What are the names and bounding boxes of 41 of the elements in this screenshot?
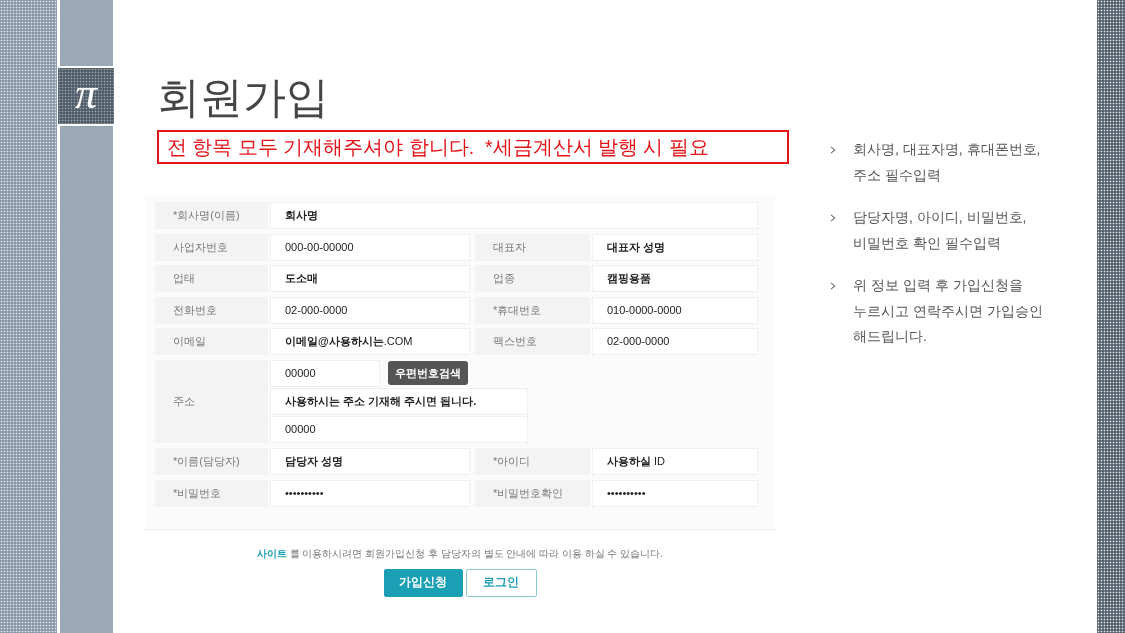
- field-label: *아이디: [475, 448, 590, 475]
- input-field[interactable]: 000-00-00000: [270, 233, 470, 261]
- chevron-bullet-icon: [830, 146, 836, 154]
- input-field[interactable]: 회사명: [270, 202, 758, 229]
- page-title: 회원가입: [157, 72, 329, 123]
- field-label: 전화번호: [155, 296, 268, 324]
- notice-text: 전 항목 모두 기재해주셔야 합니다. *세금계산서 발행 시 필요: [157, 130, 789, 164]
- field-label: 업태: [155, 265, 268, 292]
- input-field[interactable]: 캠핑용품: [592, 265, 758, 292]
- input-field[interactable]: 010-0000-0000: [592, 296, 758, 324]
- input-field[interactable]: 00000: [270, 359, 380, 387]
- field-label: 대표자: [475, 233, 590, 261]
- tip-text: 회사명, 대표자명, 휴대폰번호, 주소 필수입력: [853, 140, 1042, 185]
- field-label: *비밀번호: [155, 479, 268, 507]
- field-label: *회사명(이름): [155, 202, 268, 229]
- input-field[interactable]: 02-000-0000: [592, 328, 758, 355]
- input-field[interactable]: 00000: [270, 415, 528, 443]
- tip-text: 위 정보 입력 후 가입신청을 누르시고 연락주시면 가입승인 해드립니다.: [853, 276, 1044, 346]
- input-field[interactable]: 담당자 성명: [270, 448, 470, 475]
- field-label: 이메일: [155, 328, 268, 355]
- input-field[interactable]: 이메일@사용하시는.COM: [270, 328, 470, 355]
- field-label: 업종: [475, 265, 590, 292]
- input-field[interactable]: 사용하실 ID: [592, 448, 758, 475]
- info-text: 사이트 를 이용하시려면 회원가입신청 후 담당자의 별도 안내에 따라 이용 하실 수 있습니다.: [256, 546, 664, 561]
- field-label: 사업자번호: [155, 233, 268, 261]
- field-label: *휴대번호: [475, 296, 590, 324]
- field-label: *비밀번호확인: [475, 479, 590, 507]
- chevron-bullet-icon: [830, 214, 836, 222]
- input-field[interactable]: ••••••••••: [270, 479, 470, 507]
- input-field[interactable]: 도소매: [270, 265, 470, 292]
- input-field[interactable]: 대표자 성명: [592, 233, 758, 261]
- input-field[interactable]: ••••••••••: [592, 479, 758, 507]
- input-field[interactable]: 사용하시는 주소 기재해 주시면 됩니다.: [270, 387, 528, 415]
- chevron-bullet-icon: [830, 282, 836, 290]
- postcode-search-button[interactable]: 우편번호검색: [388, 361, 468, 385]
- field-label: *이름(담당자): [155, 448, 268, 475]
- field-label: 주소: [155, 359, 268, 443]
- field-label: 팩스번호: [475, 328, 590, 355]
- input-field[interactable]: 02-000-0000: [270, 296, 470, 324]
- tip-text: 담당자명, 아이디, 비밀번호, 비밀번호 확인 필수입력: [853, 208, 1028, 253]
- pi-logo: π: [58, 66, 114, 126]
